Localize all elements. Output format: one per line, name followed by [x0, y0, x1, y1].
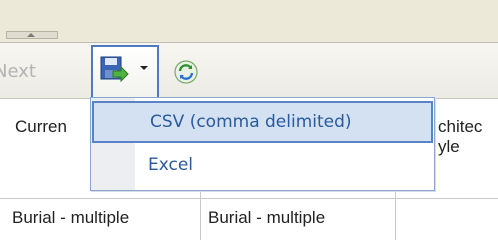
export-format-menu: CSV (comma delimited) Excel: [90, 97, 435, 191]
top-band: [0, 0, 498, 30]
save-export-icon: [100, 56, 129, 83]
grid-divider: [200, 192, 201, 240]
menu-item-excel[interactable]: Excel: [92, 146, 433, 188]
column-header-architecture: chitec: [438, 117, 483, 136]
column-header-style: yle: [438, 137, 460, 156]
export-button[interactable]: [91, 45, 159, 99]
menu-item-label: Excel: [148, 155, 194, 175]
menu-item-csv[interactable]: CSV (comma delimited): [92, 101, 433, 143]
table-cell: Burial - multiple: [12, 208, 130, 227]
table-cell: Burial - multiple: [208, 208, 326, 227]
report-toolbar: Next: [0, 43, 498, 99]
chevron-down-icon: [140, 66, 148, 70]
scroll-thumb[interactable]: [6, 31, 58, 39]
refresh-icon[interactable]: [173, 59, 199, 85]
menu-item-label: CSV (comma delimited): [150, 112, 352, 132]
grid-divider: [395, 192, 396, 240]
column-header-current: Curren: [15, 117, 67, 136]
horizontal-scrollbar[interactable]: [0, 30, 498, 43]
scroll-up-arrow-icon: [27, 33, 35, 37]
next-page-button[interactable]: Next: [0, 61, 36, 82]
grid-divider: [0, 198, 498, 199]
